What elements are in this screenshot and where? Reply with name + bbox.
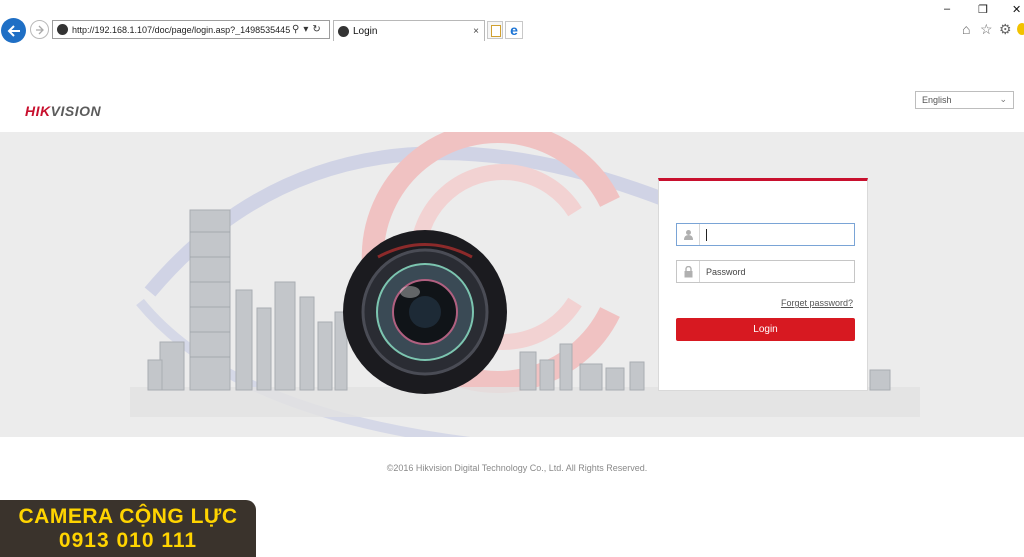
- back-button[interactable]: [1, 18, 26, 43]
- forward-button[interactable]: [30, 20, 49, 39]
- address-url[interactable]: http://192.168.1.107/doc/page/login.asp?…: [72, 25, 290, 35]
- home-icon[interactable]: ⌂: [962, 21, 970, 37]
- login-panel: Forget password? Login: [658, 178, 868, 391]
- address-bar[interactable]: http://192.168.1.107/doc/page/login.asp?…: [52, 20, 330, 39]
- edge-icon[interactable]: e: [505, 21, 523, 39]
- password-field[interactable]: [676, 260, 855, 283]
- search-icon[interactable]: ⚲: [292, 24, 299, 35]
- username-field[interactable]: [676, 223, 855, 246]
- arrow-left-icon: [7, 24, 20, 37]
- settings-icon[interactable]: ⚙: [999, 21, 1012, 38]
- banner-illustration: [130, 132, 920, 437]
- username-input[interactable]: [707, 228, 854, 241]
- tab-title: Login: [353, 25, 378, 37]
- user-icon: [677, 224, 700, 245]
- favorites-icon[interactable]: ☆: [980, 21, 993, 38]
- site-favicon-icon: [57, 24, 68, 35]
- refresh-icon[interactable]: ↻: [312, 24, 320, 35]
- chevron-down-icon: ⌄: [999, 94, 1007, 104]
- minimize-button[interactable]: –: [944, 3, 950, 15]
- copyright-text: ©2016 Hikvision Digital Technology Co., …: [386, 463, 648, 473]
- password-input[interactable]: [700, 265, 848, 278]
- arrow-right-icon: [35, 25, 44, 34]
- hikvision-logo: HIKVISION: [25, 103, 102, 119]
- new-tab-button[interactable]: [487, 21, 503, 39]
- smiley-icon[interactable]: [1017, 23, 1024, 35]
- browser-chrome: http://192.168.1.107/doc/page/login.asp?…: [0, 0, 1024, 43]
- close-window-button[interactable]: ✕: [1012, 3, 1021, 16]
- login-banner: [0, 132, 1024, 437]
- login-button[interactable]: Login: [676, 318, 855, 341]
- watermark-badge: CAMERA CỘNG LỰC 0913 010 111: [0, 500, 256, 557]
- tab-login[interactable]: Login ×: [333, 20, 485, 41]
- new-tab-icon: [491, 25, 501, 37]
- lock-icon: [677, 261, 700, 282]
- forgot-password-link[interactable]: Forget password?: [781, 298, 853, 308]
- watermark-phone: 0913 010 111: [58, 529, 198, 552]
- watermark-brand: CAMERA CỘNG LỰC: [18, 505, 238, 528]
- tab-favicon-icon: [338, 25, 349, 37]
- language-select[interactable]: English ⌄: [915, 91, 1014, 109]
- restore-button[interactable]: ❐: [978, 3, 988, 16]
- chevron-down-icon[interactable]: ▾: [303, 24, 308, 35]
- close-tab-icon[interactable]: ×: [473, 26, 479, 37]
- language-value: English: [922, 95, 952, 105]
